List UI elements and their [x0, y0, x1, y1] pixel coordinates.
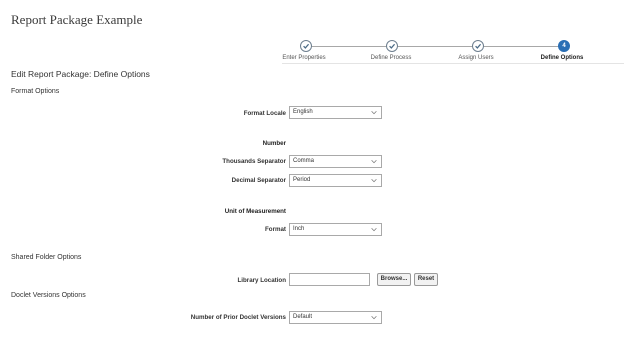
- unit-of-measurement-group-label: Unit of Measurement: [224, 208, 286, 215]
- step-label-define-process: Define Process: [370, 55, 412, 61]
- format-label: Format: [265, 226, 286, 233]
- format-select[interactable]: Inch: [289, 223, 382, 236]
- chevron-down-icon: [371, 111, 377, 115]
- section-shared-folder-options: Shared Folder Options: [11, 254, 82, 261]
- prior-doclet-versions-label: Number of Prior Doclet Versions: [190, 314, 286, 321]
- format-locale-label: Format Locale: [243, 110, 286, 117]
- page-title: Report Package Example: [11, 12, 143, 27]
- format-value: Inch: [293, 226, 305, 232]
- step-define-options-current[interactable]: 4: [558, 40, 570, 52]
- decimal-separator-label: Decimal Separator: [231, 177, 286, 184]
- prior-doclet-versions-value: Default: [293, 314, 313, 320]
- thousands-separator-value: Comma: [293, 158, 315, 164]
- step-number: 4: [562, 43, 566, 49]
- chevron-down-icon: [371, 179, 377, 183]
- section-doclet-versions-options: Doclet Versions Options: [11, 292, 86, 299]
- number-group-label: Number: [262, 140, 286, 147]
- library-location-label: Library Location: [237, 277, 286, 284]
- train-track: [306, 46, 564, 47]
- section-format-options: Format Options: [11, 88, 60, 95]
- chevron-down-icon: [371, 316, 377, 320]
- check-icon: [389, 43, 396, 49]
- browse-button[interactable]: Browse...: [377, 273, 411, 286]
- thousands-separator-select[interactable]: Comma: [289, 155, 382, 168]
- thousands-separator-label: Thousands Separator: [222, 158, 286, 165]
- format-locale-value: English: [293, 109, 313, 115]
- step-enter-properties-button[interactable]: [300, 40, 312, 52]
- header-divider: [282, 63, 624, 64]
- reset-button[interactable]: Reset: [414, 273, 438, 286]
- check-icon: [303, 43, 310, 49]
- step-assign-users-button[interactable]: [472, 40, 484, 52]
- decimal-separator-select[interactable]: Period: [289, 174, 382, 187]
- step-label-define-options: Define Options: [540, 55, 584, 61]
- decimal-separator-value: Period: [293, 177, 311, 183]
- chevron-down-icon: [371, 160, 377, 164]
- step-label-enter-properties: Enter Properties: [282, 55, 326, 61]
- step-label-assign-users: Assign Users: [458, 55, 494, 61]
- step-define-process-button[interactable]: [386, 40, 398, 52]
- library-location-input[interactable]: [289, 273, 370, 286]
- page-subtitle: Edit Report Package: Define Options: [11, 69, 150, 79]
- prior-doclet-versions-select[interactable]: Default: [289, 311, 382, 324]
- check-icon: [475, 43, 482, 49]
- chevron-down-icon: [371, 228, 377, 232]
- format-locale-select[interactable]: English: [289, 106, 382, 119]
